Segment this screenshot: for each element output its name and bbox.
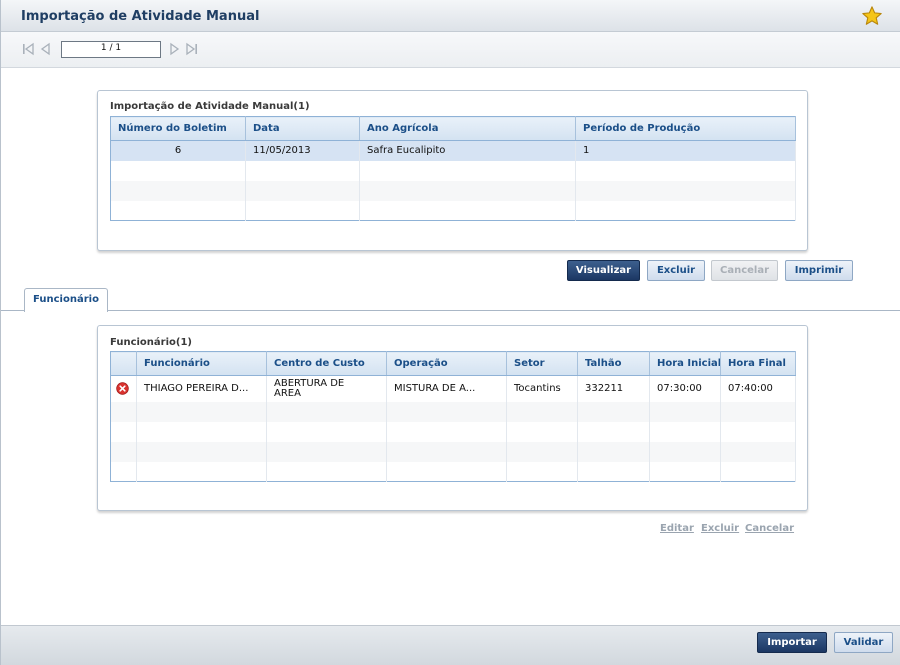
column-header[interactable]: Data (245, 116, 360, 141)
pagination-bar: 1 / 1 (1, 32, 900, 68)
column-header[interactable]: Funcionário (136, 351, 267, 376)
table-row[interactable]: THIAGO PEREIRA D... ABERTURA DE AREA MIS… (110, 375, 796, 402)
table-header: Funcionário Centro de Custo Operação Set… (110, 351, 796, 376)
last-page-icon[interactable] (185, 42, 199, 56)
column-header[interactable]: Centro de Custo (266, 351, 387, 376)
table-row-empty (110, 421, 796, 442)
editar-link[interactable]: Editar (660, 523, 694, 534)
app-window: Importação de Atividade Manual 1 / 1 Imp… (0, 0, 900, 665)
table-header: Número do Boletim Data Ano Agrícola Perí… (110, 116, 796, 141)
cell-operacao: MISTURA DE A... (386, 375, 507, 402)
cell-hora-inicial: 07:30:00 (649, 375, 721, 402)
table-row-empty (110, 200, 796, 221)
column-header[interactable]: Talhão (577, 351, 650, 376)
star-icon[interactable] (861, 5, 883, 27)
tab-divider (1, 310, 900, 311)
importar-button[interactable]: Importar (757, 632, 827, 653)
column-header[interactable]: Hora Final (720, 351, 796, 376)
excluir-link[interactable]: Excluir (701, 523, 739, 534)
cell-periodo: 1 (575, 140, 796, 161)
next-page-icon[interactable] (167, 42, 181, 56)
cell-numero: 6 (110, 140, 246, 161)
column-header[interactable]: Operação (386, 351, 507, 376)
footer-bar: Importar Validar (1, 625, 900, 665)
column-header[interactable]: Número do Boletim (110, 116, 246, 141)
imprimir-button[interactable]: Imprimir (785, 260, 853, 281)
cell-hora-final: 07:40:00 (720, 375, 796, 402)
prev-page-icon[interactable] (39, 42, 53, 56)
page-number-input[interactable]: 1 / 1 (61, 41, 161, 58)
tab-funcionario[interactable]: Funcionário (24, 288, 108, 312)
delete-cell[interactable] (110, 375, 137, 402)
boletim-panel-title: Importação de Atividade Manual(1) (110, 101, 310, 112)
visualizar-button[interactable]: Visualizar (567, 260, 640, 281)
cell-funcionario: THIAGO PEREIRA D... (136, 375, 267, 402)
column-header-action (110, 351, 137, 376)
cancelar-link[interactable]: Cancelar (745, 523, 794, 534)
table-row-empty (110, 160, 796, 181)
delete-row-icon[interactable] (116, 382, 129, 395)
table-row-empty (110, 461, 796, 482)
cancelar-button[interactable]: Cancelar (711, 260, 778, 281)
validar-button[interactable]: Validar (834, 632, 893, 653)
page-title: Importação de Atividade Manual (21, 9, 260, 24)
funcionario-panel: Funcionário(1) Funcionário Centro de Cus… (97, 325, 808, 511)
funcionario-table: Funcionário Centro de Custo Operação Set… (110, 351, 796, 482)
excluir-button[interactable]: Excluir (647, 260, 705, 281)
table-row[interactable]: 6 11/05/2013 Safra Eucalipito 1 (110, 140, 796, 161)
table-row-empty (110, 401, 796, 422)
cell-centro-custo: ABERTURA DE AREA (266, 375, 387, 402)
cell-ano: Safra Eucalipito (359, 140, 576, 161)
table-row-empty (110, 180, 796, 201)
cell-setor: Tocantins (506, 375, 578, 402)
column-header[interactable]: Hora Inicial (649, 351, 721, 376)
column-header[interactable]: Setor (506, 351, 578, 376)
first-page-icon[interactable] (21, 42, 35, 56)
boletim-panel: Importação de Atividade Manual(1) Número… (97, 90, 808, 251)
cell-data: 11/05/2013 (245, 140, 360, 161)
title-bar: Importação de Atividade Manual (1, 0, 900, 32)
column-header[interactable]: Ano Agrícola (359, 116, 576, 141)
column-header[interactable]: Período de Produção (575, 116, 796, 141)
funcionario-panel-title: Funcionário(1) (110, 337, 192, 348)
table-row-empty (110, 441, 796, 462)
boletim-table: Número do Boletim Data Ano Agrícola Perí… (110, 116, 796, 221)
cell-talhao: 332211 (577, 375, 650, 402)
